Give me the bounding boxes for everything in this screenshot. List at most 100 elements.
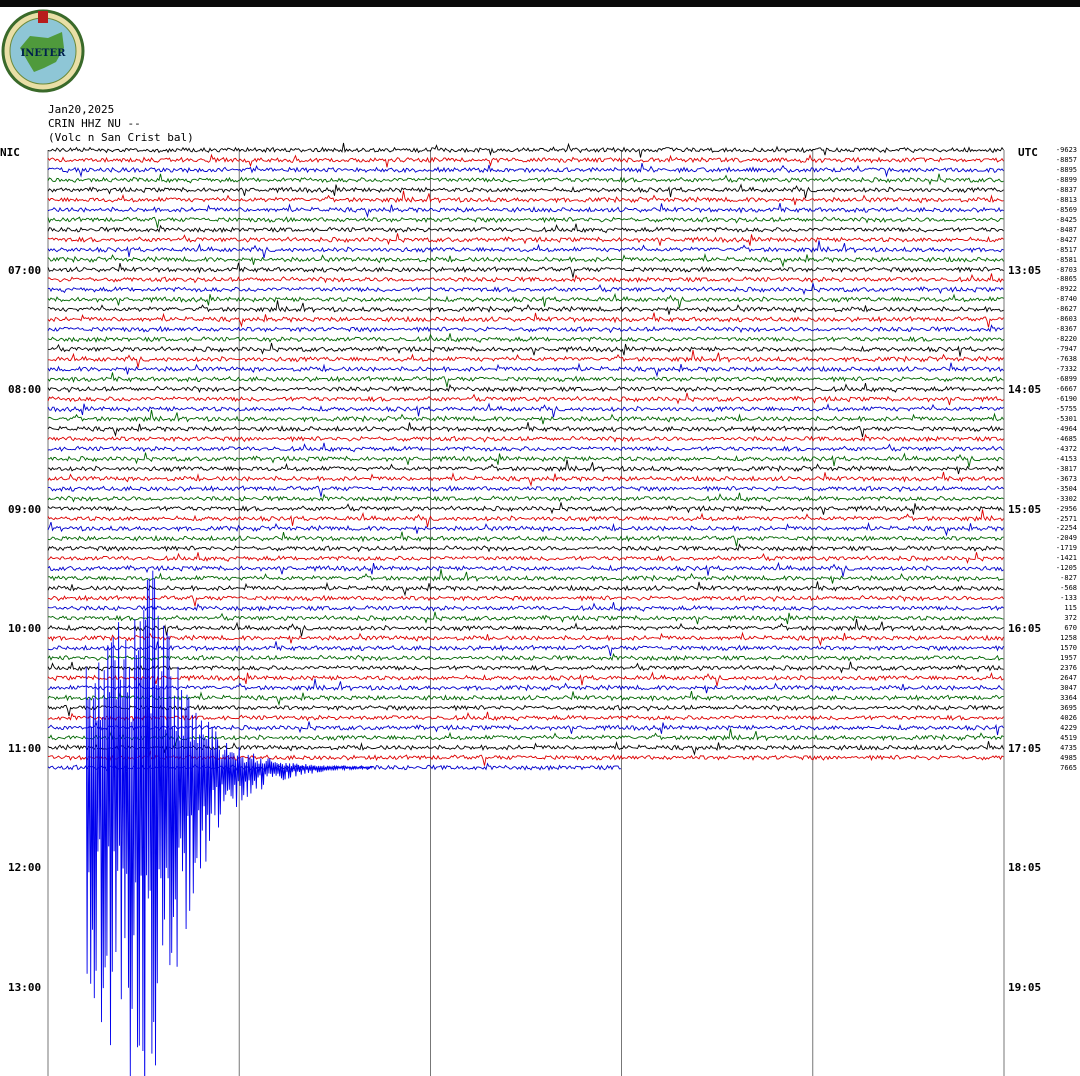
row-offset-label: 372 [1064, 614, 1077, 623]
trace-row-33 [47, 471, 1004, 487]
row-offset-label: 115 [1064, 604, 1077, 613]
row-offset-label: -1205 [1055, 564, 1077, 573]
row-offset-label: -8865 [1055, 275, 1077, 284]
trace-row-38 [47, 521, 1004, 537]
trace-row-7 [47, 216, 1004, 228]
trace-row-56 [47, 704, 1004, 716]
row-offset-label: -3673 [1055, 474, 1077, 483]
row-offset-label: -133 [1060, 594, 1077, 603]
row-offset-label: -1719 [1055, 544, 1077, 553]
row-offset-label: -8922 [1055, 285, 1077, 294]
trace-row-37 [47, 509, 1004, 527]
utc-time-label: 15:05 [1008, 502, 1042, 516]
trace-row-46 [47, 602, 1004, 612]
trace-row-14 [47, 283, 1004, 296]
utc-time-label: 18:05 [1008, 861, 1042, 875]
trace-row-1 [47, 153, 1004, 168]
row-offset-label: 2647 [1060, 673, 1077, 682]
trace-row-60 [47, 741, 1004, 756]
row-offset-label: -3817 [1055, 464, 1077, 473]
row-offset-label: -4685 [1055, 434, 1077, 443]
trace-row-9 [47, 233, 1004, 246]
row-offset-label: -8569 [1055, 205, 1077, 214]
trace-row-0 [47, 142, 1004, 158]
trace-row-16 [48, 300, 1004, 315]
trace-row-41 [47, 552, 1004, 564]
trace-row-47 [47, 611, 1004, 625]
trace-row-21 [48, 350, 1004, 368]
trace-row-32 [47, 459, 1004, 475]
trace-row-55 [47, 690, 1004, 707]
row-offset-label: 2376 [1060, 663, 1077, 672]
row-offset-label: -568 [1060, 584, 1077, 593]
trace-row-23 [47, 372, 1004, 388]
trace-row-39 [47, 531, 1004, 547]
trace-row-18 [47, 324, 1004, 334]
row-offset-label: -2254 [1055, 524, 1077, 533]
trace-row-27 [47, 409, 1004, 425]
nic-time-label: 13:00 [8, 980, 42, 994]
trace-row-53 [47, 671, 1004, 687]
row-offset-label: -4964 [1055, 424, 1077, 433]
row-offset-label: -4372 [1055, 444, 1077, 453]
trace-row-59 [47, 728, 1004, 747]
utc-time-label: 19:05 [1008, 980, 1042, 994]
utc-time-label: 16:05 [1008, 622, 1042, 636]
row-offset-label: -2956 [1055, 504, 1077, 513]
row-offset-label: -1421 [1055, 554, 1077, 563]
row-offset-label: -7332 [1055, 365, 1077, 374]
row-offset-label: -5301 [1055, 414, 1077, 423]
row-offset-label: -8603 [1055, 315, 1077, 324]
utc-time-label: 14:05 [1008, 383, 1042, 397]
row-offset-label: -5755 [1055, 404, 1077, 413]
row-offset-label: 4229 [1060, 723, 1077, 732]
trace-row-5 [47, 190, 1004, 206]
trace-row-30 [47, 442, 1004, 453]
nic-time-label: 10:00 [8, 622, 42, 636]
trace-row-36 [47, 502, 1004, 515]
row-offset-label: -8899 [1055, 175, 1077, 184]
trace-row-2 [47, 162, 1004, 178]
row-offset-label: -6667 [1055, 385, 1077, 394]
row-offset-label: -8627 [1055, 305, 1077, 314]
trace-row-6 [47, 202, 1004, 218]
trace-row-19 [47, 333, 1004, 343]
nic-time-label: 12:00 [8, 861, 42, 875]
row-offset-label: -4153 [1055, 454, 1077, 463]
utc-time-label: 13:05 [1008, 263, 1042, 277]
row-offset-label: -8895 [1055, 165, 1077, 174]
row-offset-label: -8220 [1055, 335, 1077, 344]
row-offset-label: -8703 [1055, 265, 1077, 274]
row-offset-label: -7947 [1055, 345, 1077, 354]
trace-row-12 [47, 262, 1004, 278]
row-offset-label: -3504 [1055, 484, 1077, 493]
trace-row-45 [47, 594, 1004, 607]
row-offset-label: 1258 [1060, 634, 1077, 643]
nic-time-label: 11:00 [8, 741, 42, 755]
trace-row-8 [47, 223, 1004, 234]
row-offset-label: -8367 [1055, 325, 1077, 334]
trace-row-58 [47, 721, 1004, 736]
trace-row-44 [47, 581, 1004, 597]
row-offset-label: 3047 [1060, 683, 1077, 692]
trace-row-11 [47, 253, 1004, 268]
trace-row-24 [47, 382, 1004, 393]
trace-row-25 [47, 392, 1004, 406]
row-offset-label: 3695 [1060, 703, 1077, 712]
trace-row-20 [47, 342, 1004, 357]
trace-row-57 [47, 711, 1004, 722]
trace-row-26 [47, 402, 1004, 418]
row-offset-label: -2049 [1055, 534, 1077, 543]
trace-row-29 [47, 433, 1004, 443]
earthquake-event-trace [85, 570, 373, 1076]
row-offset-label: -6899 [1055, 375, 1077, 384]
row-offset-label: 1957 [1060, 653, 1077, 662]
trace-row-13 [48, 273, 1004, 284]
row-offset-label: 3364 [1060, 693, 1077, 702]
trace-row-49 [47, 631, 1004, 647]
row-offset-label: -8517 [1055, 245, 1077, 254]
trace-row-28 [47, 422, 1004, 438]
trace-row-43 [47, 569, 1004, 584]
row-offset-label: -9623 [1055, 146, 1077, 154]
trace-row-51 [47, 652, 1004, 662]
